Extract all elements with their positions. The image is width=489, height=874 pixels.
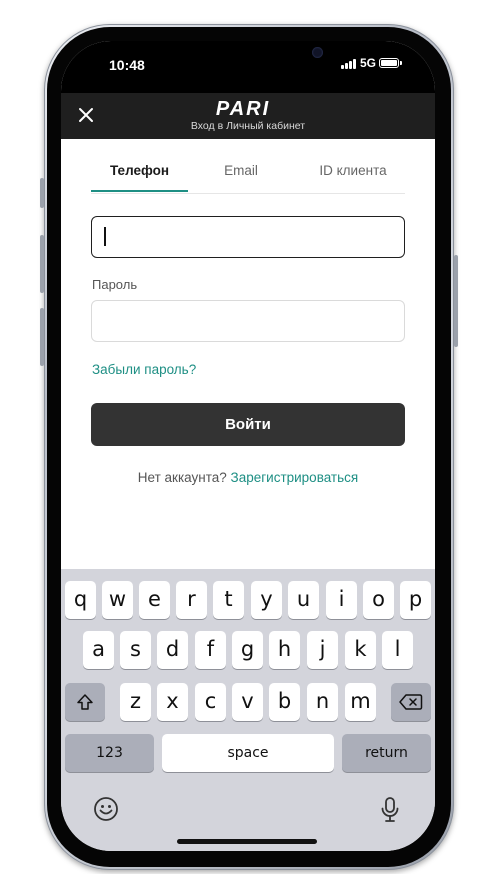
key-r[interactable]: r [176, 581, 207, 619]
power-button [454, 255, 458, 347]
key-l[interactable]: l [382, 631, 413, 669]
numbers-key[interactable]: 123 [65, 734, 154, 772]
password-input[interactable] [91, 300, 405, 342]
key-k[interactable]: k [345, 631, 376, 669]
emoji-icon [94, 797, 118, 821]
key-g[interactable]: g [232, 631, 263, 669]
dictation-button[interactable] [380, 796, 400, 829]
phone-input[interactable] [91, 216, 405, 258]
shift-key[interactable] [65, 683, 105, 721]
phone-screen: 10:48 5G PARI Вход в Личный кабинет Теле… [61, 41, 435, 851]
tab-email[interactable]: Email [201, 139, 281, 193]
key-b[interactable]: b [269, 683, 300, 721]
key-z[interactable]: z [120, 683, 151, 721]
key-h[interactable]: h [269, 631, 300, 669]
network-label: 5G [360, 56, 377, 70]
backspace-icon [399, 694, 423, 710]
svg-text:PARI: PARI [216, 98, 270, 118]
password-label: Пароль [92, 277, 138, 292]
tab-client-id[interactable]: ID клиента [301, 139, 405, 193]
key-s[interactable]: s [120, 631, 151, 669]
dynamic-notch [179, 41, 323, 70]
key-i[interactable]: i [326, 581, 357, 619]
status-bar: 10:48 5G [61, 41, 435, 93]
key-q[interactable]: q [65, 581, 96, 619]
shift-icon [77, 694, 93, 710]
login-tabs: Телефон Email ID клиента [91, 139, 405, 194]
register-link[interactable]: Зарегистрироваться [231, 470, 359, 485]
key-c[interactable]: c [195, 683, 226, 721]
keyboard: q w e r t y u i o p a s d f g h j k l z … [61, 569, 435, 851]
key-y[interactable]: y [251, 581, 282, 619]
no-account-text: Нет аккаунта? [137, 470, 227, 485]
register-prompt: Нет аккаунта? Зарегистрироваться [61, 470, 435, 485]
key-a[interactable]: a [83, 631, 114, 669]
volume-down-button [40, 308, 44, 366]
status-time: 10:48 [109, 57, 145, 73]
key-m[interactable]: m [345, 683, 376, 721]
key-t[interactable]: t [213, 581, 244, 619]
key-u[interactable]: u [288, 581, 319, 619]
login-button[interactable]: Войти [91, 403, 405, 446]
key-p[interactable]: p [400, 581, 431, 619]
backspace-key[interactable] [391, 683, 431, 721]
mute-switch [40, 178, 44, 208]
key-n[interactable]: n [307, 683, 338, 721]
key-x[interactable]: x [157, 683, 188, 721]
key-v[interactable]: v [232, 683, 263, 721]
microphone-icon [381, 797, 399, 822]
signal-icon [341, 59, 357, 69]
tab-phone[interactable]: Телефон [91, 139, 188, 193]
forgot-password-link[interactable]: Забыли пароль? [92, 362, 196, 377]
emoji-button[interactable] [93, 796, 119, 827]
key-j[interactable]: j [307, 631, 338, 669]
key-o[interactable]: o [363, 581, 394, 619]
key-f[interactable]: f [195, 631, 226, 669]
home-indicator[interactable] [177, 839, 317, 844]
front-camera [312, 47, 323, 58]
space-key[interactable]: space [162, 734, 334, 772]
key-w[interactable]: w [102, 581, 133, 619]
pari-logo: PARI [216, 98, 270, 118]
app-header: PARI Вход в Личный кабинет [61, 93, 435, 139]
battery-icon [379, 58, 402, 68]
key-d[interactable]: d [157, 631, 188, 669]
active-tab-indicator [91, 190, 188, 192]
volume-up-button [40, 235, 44, 293]
key-e[interactable]: e [139, 581, 170, 619]
return-key[interactable]: return [342, 734, 431, 772]
header-subtitle: Вход в Личный кабинет [190, 120, 306, 132]
